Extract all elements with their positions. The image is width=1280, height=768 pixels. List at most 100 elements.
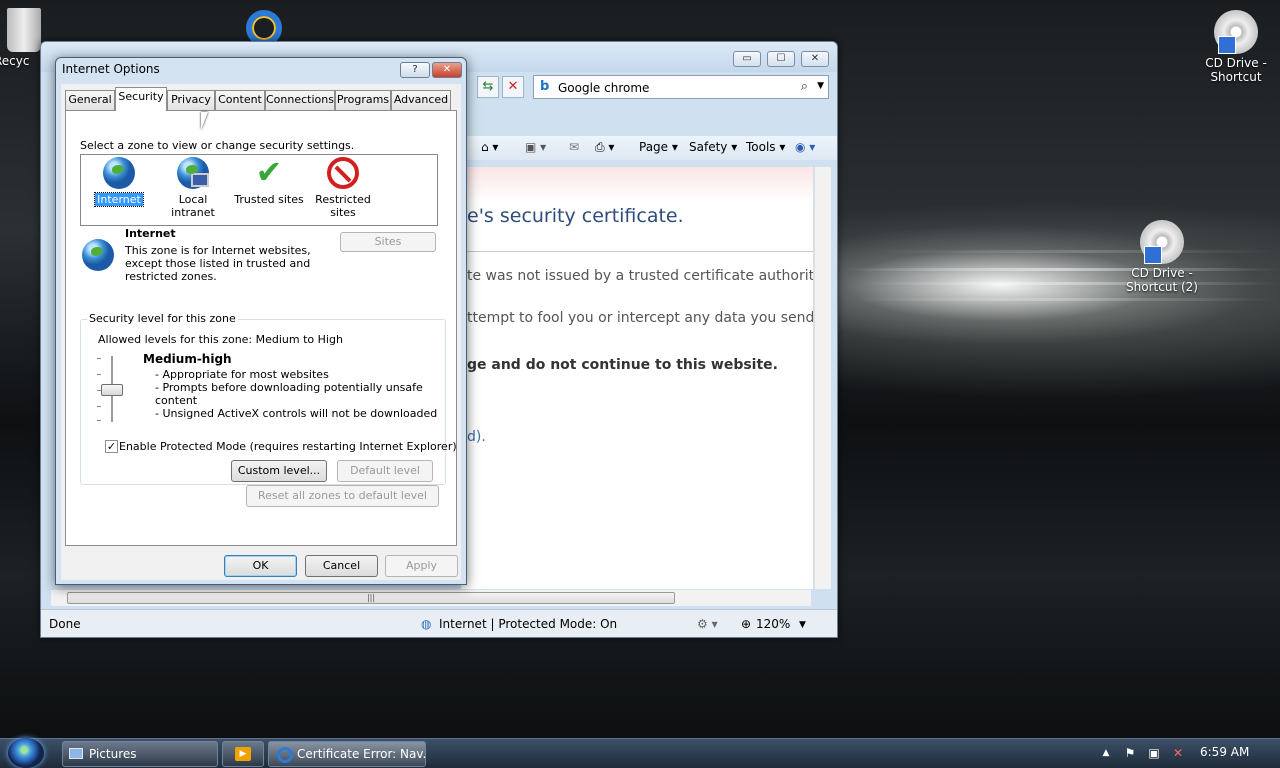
heading-divider <box>461 251 813 252</box>
ie-icon <box>277 747 293 763</box>
volume-muted-icon[interactable]: ✕ <box>1170 745 1186 761</box>
media-player-icon: ▶ <box>235 747 251 761</box>
desktop-icon-label: CD Drive - Shortcut (2) <box>1126 266 1198 294</box>
security-tab-panel: Select a zone to view or change security… <box>65 110 457 546</box>
cd-drive-shortcut-2-desktop-icon[interactable]: CD Drive - Shortcut (2) <box>1122 220 1202 294</box>
zone-trusted-sites[interactable]: ✔ Trusted sites <box>231 156 307 206</box>
slider-tick <box>97 420 101 421</box>
continue-link[interactable]: d). <box>467 429 486 445</box>
sites-button[interactable]: Sites <box>340 232 436 252</box>
zone-label: Trusted sites <box>234 193 304 206</box>
protected-mode-checkbox[interactable]: ✓ <box>105 440 118 453</box>
security-level-slider[interactable] <box>101 384 123 396</box>
vertical-scrollbar[interactable] <box>814 167 831 589</box>
search-icon[interactable]: ⌕ <box>801 79 808 94</box>
minimize-button[interactable]: ▭ <box>733 51 761 67</box>
zone-label: Local intranet <box>171 193 215 219</box>
cancel-button[interactable]: Cancel <box>305 555 378 577</box>
protected-mode-label[interactable]: Enable Protected Mode (requires restarti… <box>119 440 457 453</box>
protected-mode-icon[interactable]: ⚙ ▾ <box>697 617 718 631</box>
taskbar-item-label: Pictures <box>89 747 137 761</box>
zoom-level[interactable]: 120% <box>756 617 790 631</box>
tab-connections[interactable]: Connections <box>265 90 335 110</box>
clock[interactable]: 6:59 AM <box>1200 745 1249 759</box>
desktop-icon-label: CD Drive - Shortcut <box>1205 56 1267 84</box>
dialog-title: Internet Options <box>62 62 160 76</box>
horizontal-scrollbar[interactable]: ||| <box>51 590 811 606</box>
apply-button[interactable]: Apply <box>385 555 458 577</box>
level-point: - Unsigned ActiveX controls will not be … <box>155 407 438 420</box>
taskbar-item-pictures[interactable]: Pictures <box>62 741 218 767</box>
zoom-icon: ⊕ <box>741 617 752 631</box>
zone-restricted-sites[interactable]: Restricted sites <box>305 157 381 219</box>
chevron-down-icon[interactable]: ▼ <box>799 620 806 630</box>
start-button[interactable] <box>8 738 44 768</box>
chevron-down-icon[interactable]: ▼ <box>817 81 824 91</box>
zone-local-intranet[interactable]: Local intranet <box>155 157 231 219</box>
home-icon[interactable]: ⌂ ▾ <box>481 140 498 154</box>
internet-options-dialog[interactable]: Internet Options ? ✕ General Security Pr… <box>55 57 467 585</box>
zone-label: Restricted sites <box>315 193 371 219</box>
ok-button[interactable]: OK <box>224 555 297 577</box>
network-icon[interactable]: ▣ <box>1146 745 1162 761</box>
taskbar-item-certificate-error[interactable]: Certificate Error: Nav... <box>268 741 426 767</box>
error-heading: e's security certificate. <box>467 205 684 227</box>
close-button[interactable]: ✕ <box>432 62 462 78</box>
scrollbar-thumb[interactable]: ||| <box>67 592 675 604</box>
zone-list: Internet Local intranet ✔ Trusted sites … <box>80 154 438 226</box>
mail-icon[interactable]: ✉ <box>569 140 579 154</box>
command-bar: ⌂ ▾ ▣ ▾ ✉ ⎙ ▾ Page ▾ Safety ▾ Tools ▾ ◉ … <box>461 136 837 160</box>
help-icon[interactable]: ◉ ▾ <box>795 140 815 154</box>
tab-general[interactable]: General <box>65 90 115 110</box>
level-point: content <box>155 394 198 407</box>
reset-all-zones-button[interactable]: Reset all zones to default level <box>246 485 439 507</box>
maximize-button[interactable]: ☐ <box>767 51 795 67</box>
error-line: ttempt to fool you or intercept any data… <box>467 310 813 326</box>
bing-icon: b <box>540 79 550 94</box>
recommendation: ge and do not continue to this website. <box>467 357 778 373</box>
safety-menu[interactable]: Safety ▾ <box>689 140 737 154</box>
globe-icon: ◍ <box>421 617 432 631</box>
level-point: - Appropriate for most websites <box>155 368 329 381</box>
zone-internet[interactable]: Internet <box>81 157 157 207</box>
custom-level-button[interactable]: Custom level... <box>231 460 327 482</box>
error-banner <box>461 167 813 203</box>
page-menu-label: Page <box>639 140 669 154</box>
help-button[interactable]: ? <box>400 62 430 78</box>
zone-label: Internet <box>94 192 144 207</box>
refresh-icon[interactable]: ⇆ <box>477 76 499 98</box>
default-level-button[interactable]: Default level <box>337 460 433 482</box>
feeds-icon[interactable]: ▣ ▾ <box>525 140 546 154</box>
mouse-cursor-icon <box>201 112 208 130</box>
search-box[interactable]: b Google chrome ⌕ ▼ <box>533 75 829 99</box>
show-hidden-icons-icon[interactable]: ▲ <box>1098 745 1114 761</box>
slider-tick <box>97 374 101 375</box>
page-content: e's security certificate. te was not iss… <box>461 167 813 589</box>
error-line: te was not issued by a trusted certifica… <box>467 268 813 284</box>
security-level-group: Security level for this zone Allowed lev… <box>80 312 457 485</box>
tab-content[interactable]: Content <box>215 90 265 110</box>
stop-icon[interactable]: ✕ <box>502 76 524 98</box>
search-input[interactable]: Google chrome <box>558 81 649 95</box>
zone-description: This zone is for Internet websites, exce… <box>125 244 311 283</box>
globe-icon <box>82 239 114 271</box>
page-menu[interactable]: Page ▾ <box>639 140 678 154</box>
tools-menu[interactable]: Tools ▾ <box>746 140 785 154</box>
recycle-bin-icon <box>7 8 41 52</box>
allowed-levels: Allowed levels for this zone: Medium to … <box>98 333 343 346</box>
tab-security[interactable]: Security <box>115 87 167 111</box>
tools-menu-label: Tools <box>746 140 776 154</box>
cd-drive-icon <box>1214 10 1258 54</box>
tab-privacy[interactable]: Privacy <box>167 90 215 110</box>
no-entry-icon <box>327 157 359 189</box>
taskbar-item-media-player[interactable]: ▶ <box>222 741 264 767</box>
taskbar-item-label: Certificate Error: Nav... <box>297 747 426 761</box>
level-point: - Prompts before downloading potentially… <box>155 381 423 394</box>
dialog-body: General Security Privacy Content Connect… <box>61 84 461 580</box>
tab-programs[interactable]: Programs <box>335 90 391 110</box>
print-icon[interactable]: ⎙ ▾ <box>595 140 614 155</box>
action-center-flag-icon[interactable]: ⚑ <box>1122 745 1138 761</box>
tab-advanced[interactable]: Advanced <box>391 90 451 110</box>
cd-drive-shortcut-desktop-icon[interactable]: CD Drive - Shortcut <box>1196 10 1276 84</box>
close-window-button[interactable]: ✕ <box>801 51 829 67</box>
